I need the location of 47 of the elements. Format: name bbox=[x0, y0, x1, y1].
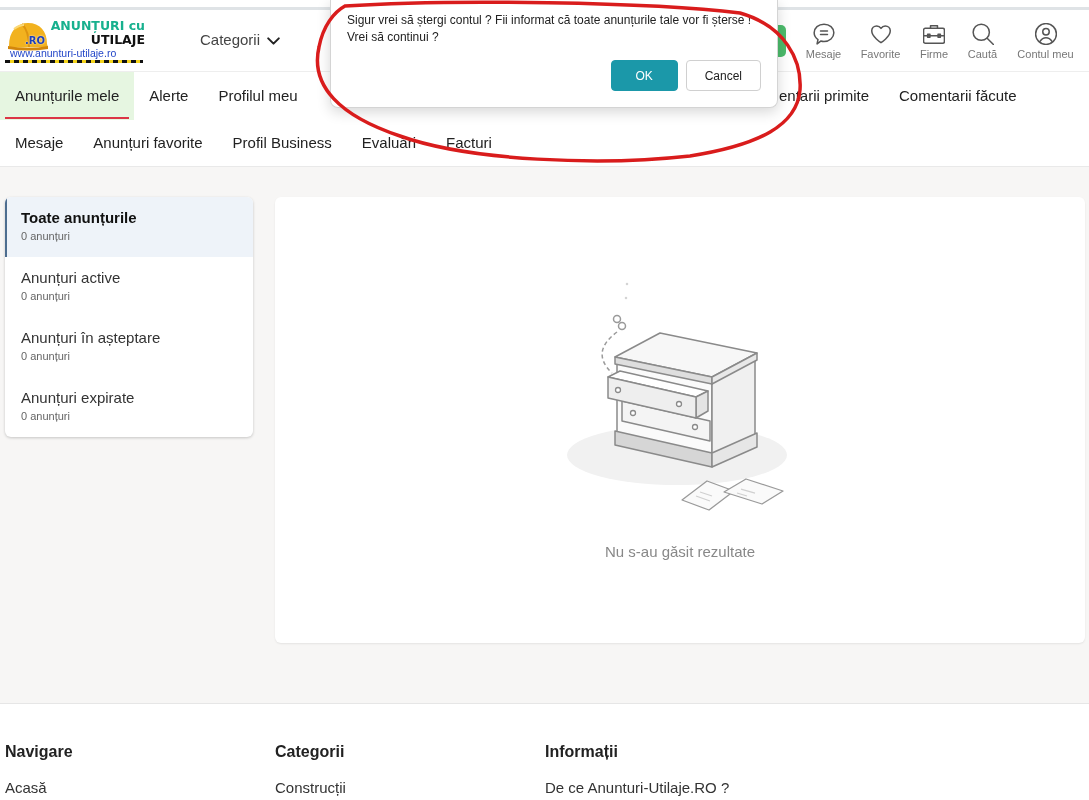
logo-title-text: ANUNȚURI cu bbox=[49, 18, 145, 33]
nav-link[interactable]: Mesaje bbox=[796, 20, 851, 61]
account-tab[interactable]: Profilul meu bbox=[203, 72, 313, 120]
footer-heading: Informații bbox=[545, 742, 619, 762]
listing-filter[interactable]: Anunțuri expirate 0 anunțuri bbox=[5, 377, 253, 437]
filter-title: Anunțuri expirate bbox=[21, 388, 136, 408]
hard-hat-icon bbox=[8, 20, 48, 51]
nav-link[interactable]: Contul meu bbox=[1007, 20, 1084, 61]
footer-heading: Categorii bbox=[275, 742, 346, 762]
listing-filter[interactable]: Anunțuri în așteptare 0 anunțuri bbox=[5, 317, 253, 377]
chevron-down-icon bbox=[267, 36, 281, 45]
chat-icon bbox=[812, 22, 835, 45]
empty-results-text: Nu s-au găsit rezultate bbox=[604, 542, 756, 562]
account-tab[interactable]: Profil Business bbox=[217, 120, 347, 166]
search-icon bbox=[971, 22, 994, 45]
filter-title: Anunțuri în așteptare bbox=[21, 328, 162, 348]
account-tab[interactable]: Mesaje bbox=[0, 120, 79, 166]
categories-dropdown[interactable]: Categorii bbox=[200, 25, 281, 56]
logo-url-text: www.anunturi-utilaje.ro bbox=[10, 47, 117, 59]
footer-heading: Navigare bbox=[5, 742, 74, 762]
listing-filter[interactable]: Anunțuri active 0 anunțuri bbox=[5, 257, 253, 317]
account-tab[interactable]: Facturi bbox=[431, 120, 507, 166]
footer-link[interactable]: De ce Anunturi-Utilaje.RO ? bbox=[545, 779, 730, 796]
heart-icon bbox=[869, 22, 892, 45]
briefcase-icon bbox=[923, 22, 945, 45]
account-tab[interactable]: Anunțurile mele bbox=[0, 72, 135, 120]
account-tab[interactable]: Evaluări bbox=[346, 120, 431, 166]
account-tab[interactable]: Anunțuri favorite bbox=[78, 120, 218, 166]
logo-subtitle-text: UTILAJE bbox=[90, 32, 145, 47]
account-tab[interactable]: Alerte bbox=[134, 72, 204, 120]
filter-count: 0 anunțuri bbox=[21, 409, 71, 423]
footer-link[interactable]: Acasă bbox=[5, 779, 47, 796]
nav-link[interactable]: Favorite bbox=[851, 20, 910, 61]
account-tab[interactable]: Comentarii făcute bbox=[884, 72, 1032, 120]
logo-ro-text: .RO bbox=[25, 34, 45, 46]
user-icon bbox=[1034, 22, 1057, 45]
listing-filter[interactable]: Toate anunțurile 0 anunțuri bbox=[5, 197, 253, 257]
filter-count: 0 anunțuri bbox=[21, 289, 71, 303]
footer-link[interactable]: Construcții bbox=[275, 779, 346, 796]
cancel-button[interactable]: Cancel bbox=[685, 60, 761, 91]
nav-link[interactable]: Caută bbox=[958, 20, 1007, 61]
filter-count: 0 anunțuri bbox=[21, 229, 71, 243]
filter-title: Toate anunțurile bbox=[21, 208, 138, 228]
partial-button[interactable] bbox=[778, 24, 786, 57]
filter-title: Anunțuri active bbox=[21, 268, 122, 288]
filter-count: 0 anunțuri bbox=[21, 349, 71, 363]
nav-link[interactable]: Firme bbox=[910, 20, 958, 61]
